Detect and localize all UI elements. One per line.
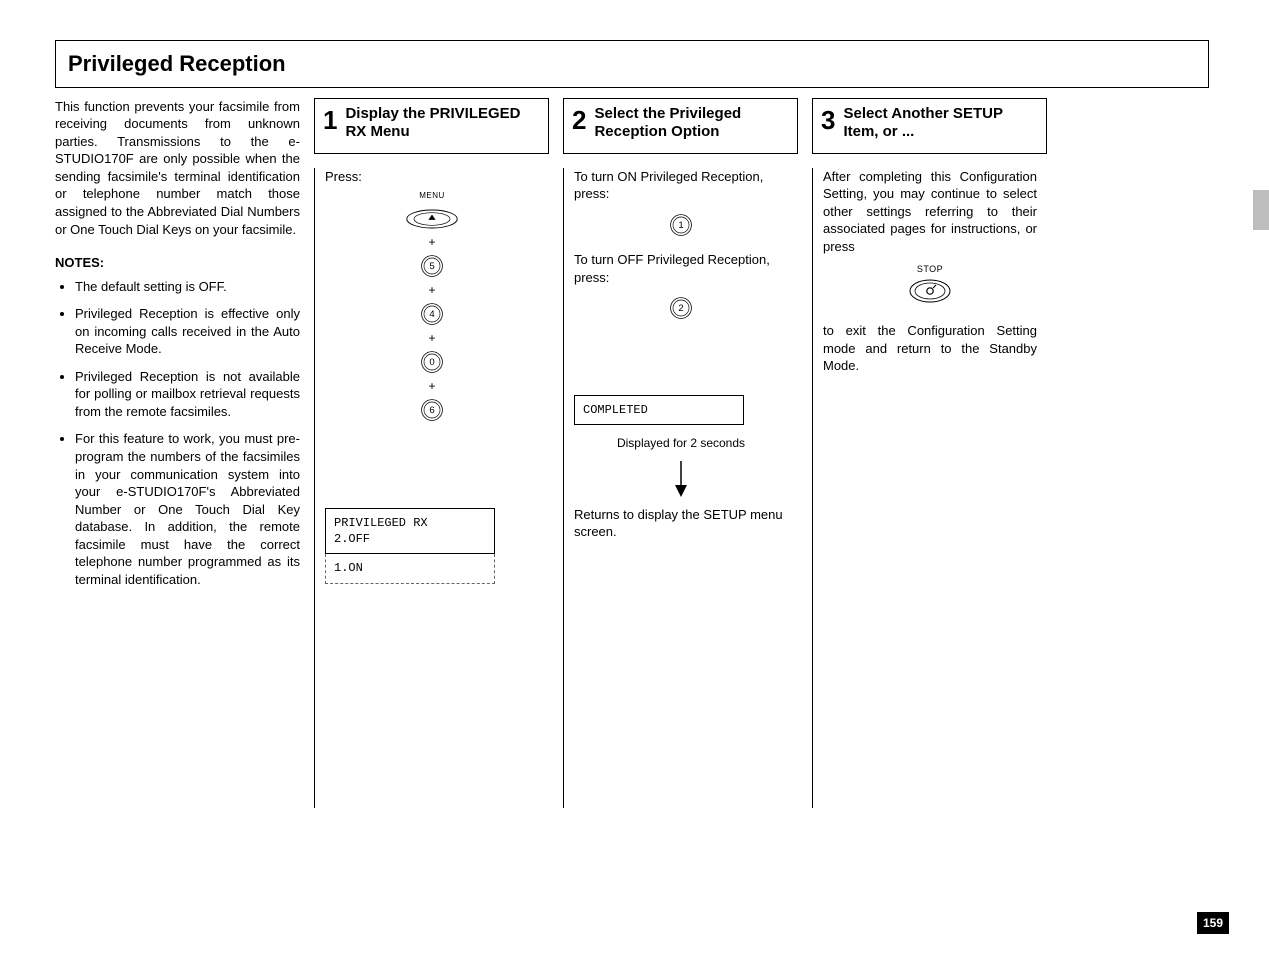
off-instruction: To turn OFF Privileged Reception, press: bbox=[574, 251, 788, 286]
plus-icon: + bbox=[428, 284, 435, 296]
after-text: After completing this Configuration Sett… bbox=[823, 168, 1037, 256]
step-2-title: Select the Privileged Reception Option bbox=[594, 105, 789, 141]
keypad-0-icon: 0 bbox=[420, 350, 444, 374]
intro-paragraph: This function prevents your facsimile fr… bbox=[55, 98, 300, 238]
step-1-body: Press: MENU + 5 + bbox=[314, 168, 549, 808]
page-number-badge: 159 bbox=[1197, 912, 1229, 934]
keypad-2-icon: 2 bbox=[669, 296, 693, 320]
step-1-title: Display the PRIVILEGED RX Menu bbox=[345, 105, 540, 141]
section-title: Privileged Reception bbox=[68, 49, 1196, 79]
return-text: Returns to display the SETUP menu screen… bbox=[574, 506, 788, 541]
menu-label: MENU bbox=[419, 191, 445, 202]
step-3-body: After completing this Configuration Sett… bbox=[812, 168, 1047, 808]
step-3-column: 3 Select Another SETUP Item, or ... Afte… bbox=[812, 98, 1047, 808]
note-item: Privileged Reception is effective only o… bbox=[75, 305, 300, 358]
lcd-display-step1-alt: 1.ON bbox=[325, 554, 495, 583]
lcd-line: PRIVILEGED RX bbox=[334, 515, 486, 531]
step-2-column: 2 Select the Privileged Reception Option… bbox=[563, 98, 798, 808]
key-sequence: MENU + 5 + bbox=[325, 191, 539, 422]
stop-key-block: STOP bbox=[823, 263, 1037, 308]
svg-text:5: 5 bbox=[429, 261, 434, 272]
flow-arrow-icon bbox=[574, 461, 788, 502]
keypad-1-icon: 1 bbox=[669, 213, 693, 237]
lcd-line: 2.OFF bbox=[334, 531, 486, 547]
step-2-header: 2 Select the Privileged Reception Option bbox=[563, 98, 798, 154]
on-key-block: 1 bbox=[574, 213, 788, 242]
section-title-box: Privileged Reception bbox=[55, 40, 1209, 88]
lcd-display-step1: PRIVILEGED RX 2.OFF bbox=[325, 508, 495, 554]
menu-up-key-icon bbox=[405, 208, 459, 230]
lcd-line: 1.ON bbox=[334, 560, 486, 576]
step-2-number: 2 bbox=[572, 107, 586, 133]
step-3-title: Select Another SETUP Item, or ... bbox=[843, 105, 1038, 141]
step-2-body: To turn ON Privileged Reception, press: … bbox=[563, 168, 798, 808]
on-instruction: To turn ON Privileged Reception, press: bbox=[574, 168, 788, 203]
note-item: Privileged Reception is not available fo… bbox=[75, 368, 300, 421]
step-1-column: 1 Display the PRIVILEGED RX Menu Press: … bbox=[314, 98, 549, 808]
note-item: For this feature to work, you must pre-p… bbox=[75, 430, 300, 588]
lcd-display-step2: COMPLETED bbox=[574, 395, 744, 425]
content-row: This function prevents your facsimile fr… bbox=[55, 98, 1209, 808]
plus-icon: + bbox=[428, 380, 435, 392]
note-item: The default setting is OFF. bbox=[75, 278, 300, 296]
manual-page: Privileged Reception This function preve… bbox=[0, 0, 1269, 954]
display-duration-note: Displayed for 2 seconds bbox=[574, 435, 788, 451]
step-1-header: 1 Display the PRIVILEGED RX Menu bbox=[314, 98, 549, 154]
step-3-header: 3 Select Another SETUP Item, or ... bbox=[812, 98, 1047, 154]
keypad-5-icon: 5 bbox=[420, 254, 444, 278]
svg-text:0: 0 bbox=[429, 357, 434, 368]
thumb-tab-icon bbox=[1253, 190, 1269, 230]
plus-icon: + bbox=[428, 332, 435, 344]
press-label: Press: bbox=[325, 168, 539, 186]
notes-heading: NOTES: bbox=[55, 254, 300, 272]
keypad-4-icon: 4 bbox=[420, 302, 444, 326]
step-1-number: 1 bbox=[323, 107, 337, 133]
plus-icon: + bbox=[428, 236, 435, 248]
stop-label: STOP bbox=[823, 263, 1037, 275]
exit-text: to exit the Configuration Setting mode a… bbox=[823, 322, 1037, 375]
svg-text:2: 2 bbox=[678, 304, 683, 315]
off-key-block: 2 bbox=[574, 296, 788, 325]
keypad-6-icon: 6 bbox=[420, 398, 444, 422]
step-3-number: 3 bbox=[821, 107, 835, 133]
svg-text:6: 6 bbox=[429, 405, 434, 416]
notes-list: The default setting is OFF. Privileged R… bbox=[55, 278, 300, 589]
intro-column: This function prevents your facsimile fr… bbox=[55, 98, 300, 808]
lcd-line: COMPLETED bbox=[583, 402, 735, 418]
svg-text:1: 1 bbox=[678, 220, 683, 231]
stop-key-icon bbox=[908, 278, 952, 304]
svg-text:4: 4 bbox=[429, 309, 435, 320]
